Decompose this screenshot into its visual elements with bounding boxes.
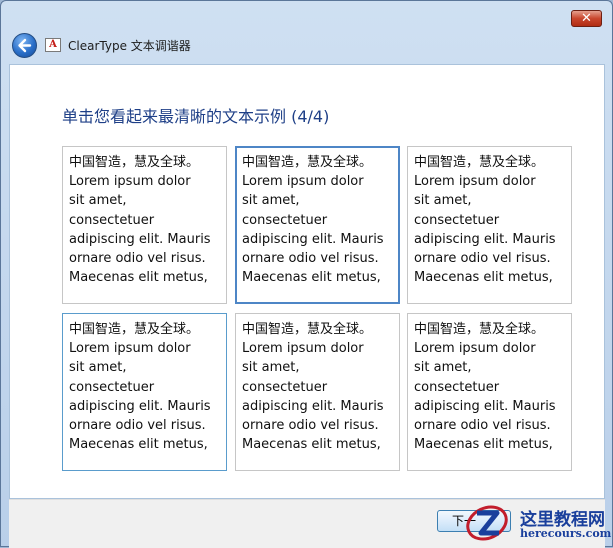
sample-body-text: Lorem ipsum dolor sit amet, consectetuer… <box>69 341 211 453</box>
site-watermark: 这里教程网 herecours.com <box>463 499 613 547</box>
cleartype-tuner-window: ✕ A ClearType 文本调谐器 单击您看起来最清晰的文本示例 (4/4)… <box>0 0 613 548</box>
close-button[interactable]: ✕ <box>571 10 602 27</box>
text-sample-2[interactable]: 中国智造，慧及全球。 Lorem ipsum dolor sit amet, c… <box>235 146 400 304</box>
text-sample-3[interactable]: 中国智造，慧及全球。 Lorem ipsum dolor sit amet, c… <box>407 146 572 304</box>
window-title: ClearType 文本调谐器 <box>68 39 191 53</box>
sample-chinese-text: 中国智造，慧及全球。 <box>69 322 200 337</box>
sample-chinese-text: 中国智造，慧及全球。 <box>242 322 373 337</box>
back-arrow-icon <box>18 38 32 53</box>
sample-body-text: Lorem ipsum dolor sit amet, consectetuer… <box>414 341 556 453</box>
wizard-content: 单击您看起来最清晰的文本示例 (4/4) 中国智造，慧及全球。 Lorem ip… <box>9 64 605 499</box>
page-heading: 单击您看起来最清晰的文本示例 (4/4) <box>62 107 330 126</box>
text-sample-5[interactable]: 中国智造，慧及全球。 Lorem ipsum dolor sit amet, c… <box>235 313 400 471</box>
sample-chinese-text: 中国智造，慧及全球。 <box>414 155 545 170</box>
text-sample-4[interactable]: 中国智造，慧及全球。 Lorem ipsum dolor sit amet, c… <box>62 313 227 471</box>
sample-body-text: Lorem ipsum dolor sit amet, consectetuer… <box>242 174 384 286</box>
close-icon: ✕ <box>581 11 592 26</box>
watermark-logo-icon <box>466 505 508 541</box>
sample-chinese-text: 中国智造，慧及全球。 <box>69 155 200 170</box>
sample-body-text: Lorem ipsum dolor sit amet, consectetuer… <box>69 174 211 286</box>
watermark-subtitle: herecours.com <box>520 527 612 540</box>
cleartype-app-icon: A <box>45 38 61 52</box>
back-button[interactable] <box>12 33 37 58</box>
sample-body-text: Lorem ipsum dolor sit amet, consectetuer… <box>242 341 384 453</box>
text-sample-6[interactable]: 中国智造，慧及全球。 Lorem ipsum dolor sit amet, c… <box>407 313 572 471</box>
sample-body-text: Lorem ipsum dolor sit amet, consectetuer… <box>414 174 556 286</box>
text-sample-1[interactable]: 中国智造，慧及全球。 Lorem ipsum dolor sit amet, c… <box>62 146 227 304</box>
sample-chinese-text: 中国智造，慧及全球。 <box>242 155 373 170</box>
sample-chinese-text: 中国智造，慧及全球。 <box>414 322 545 337</box>
